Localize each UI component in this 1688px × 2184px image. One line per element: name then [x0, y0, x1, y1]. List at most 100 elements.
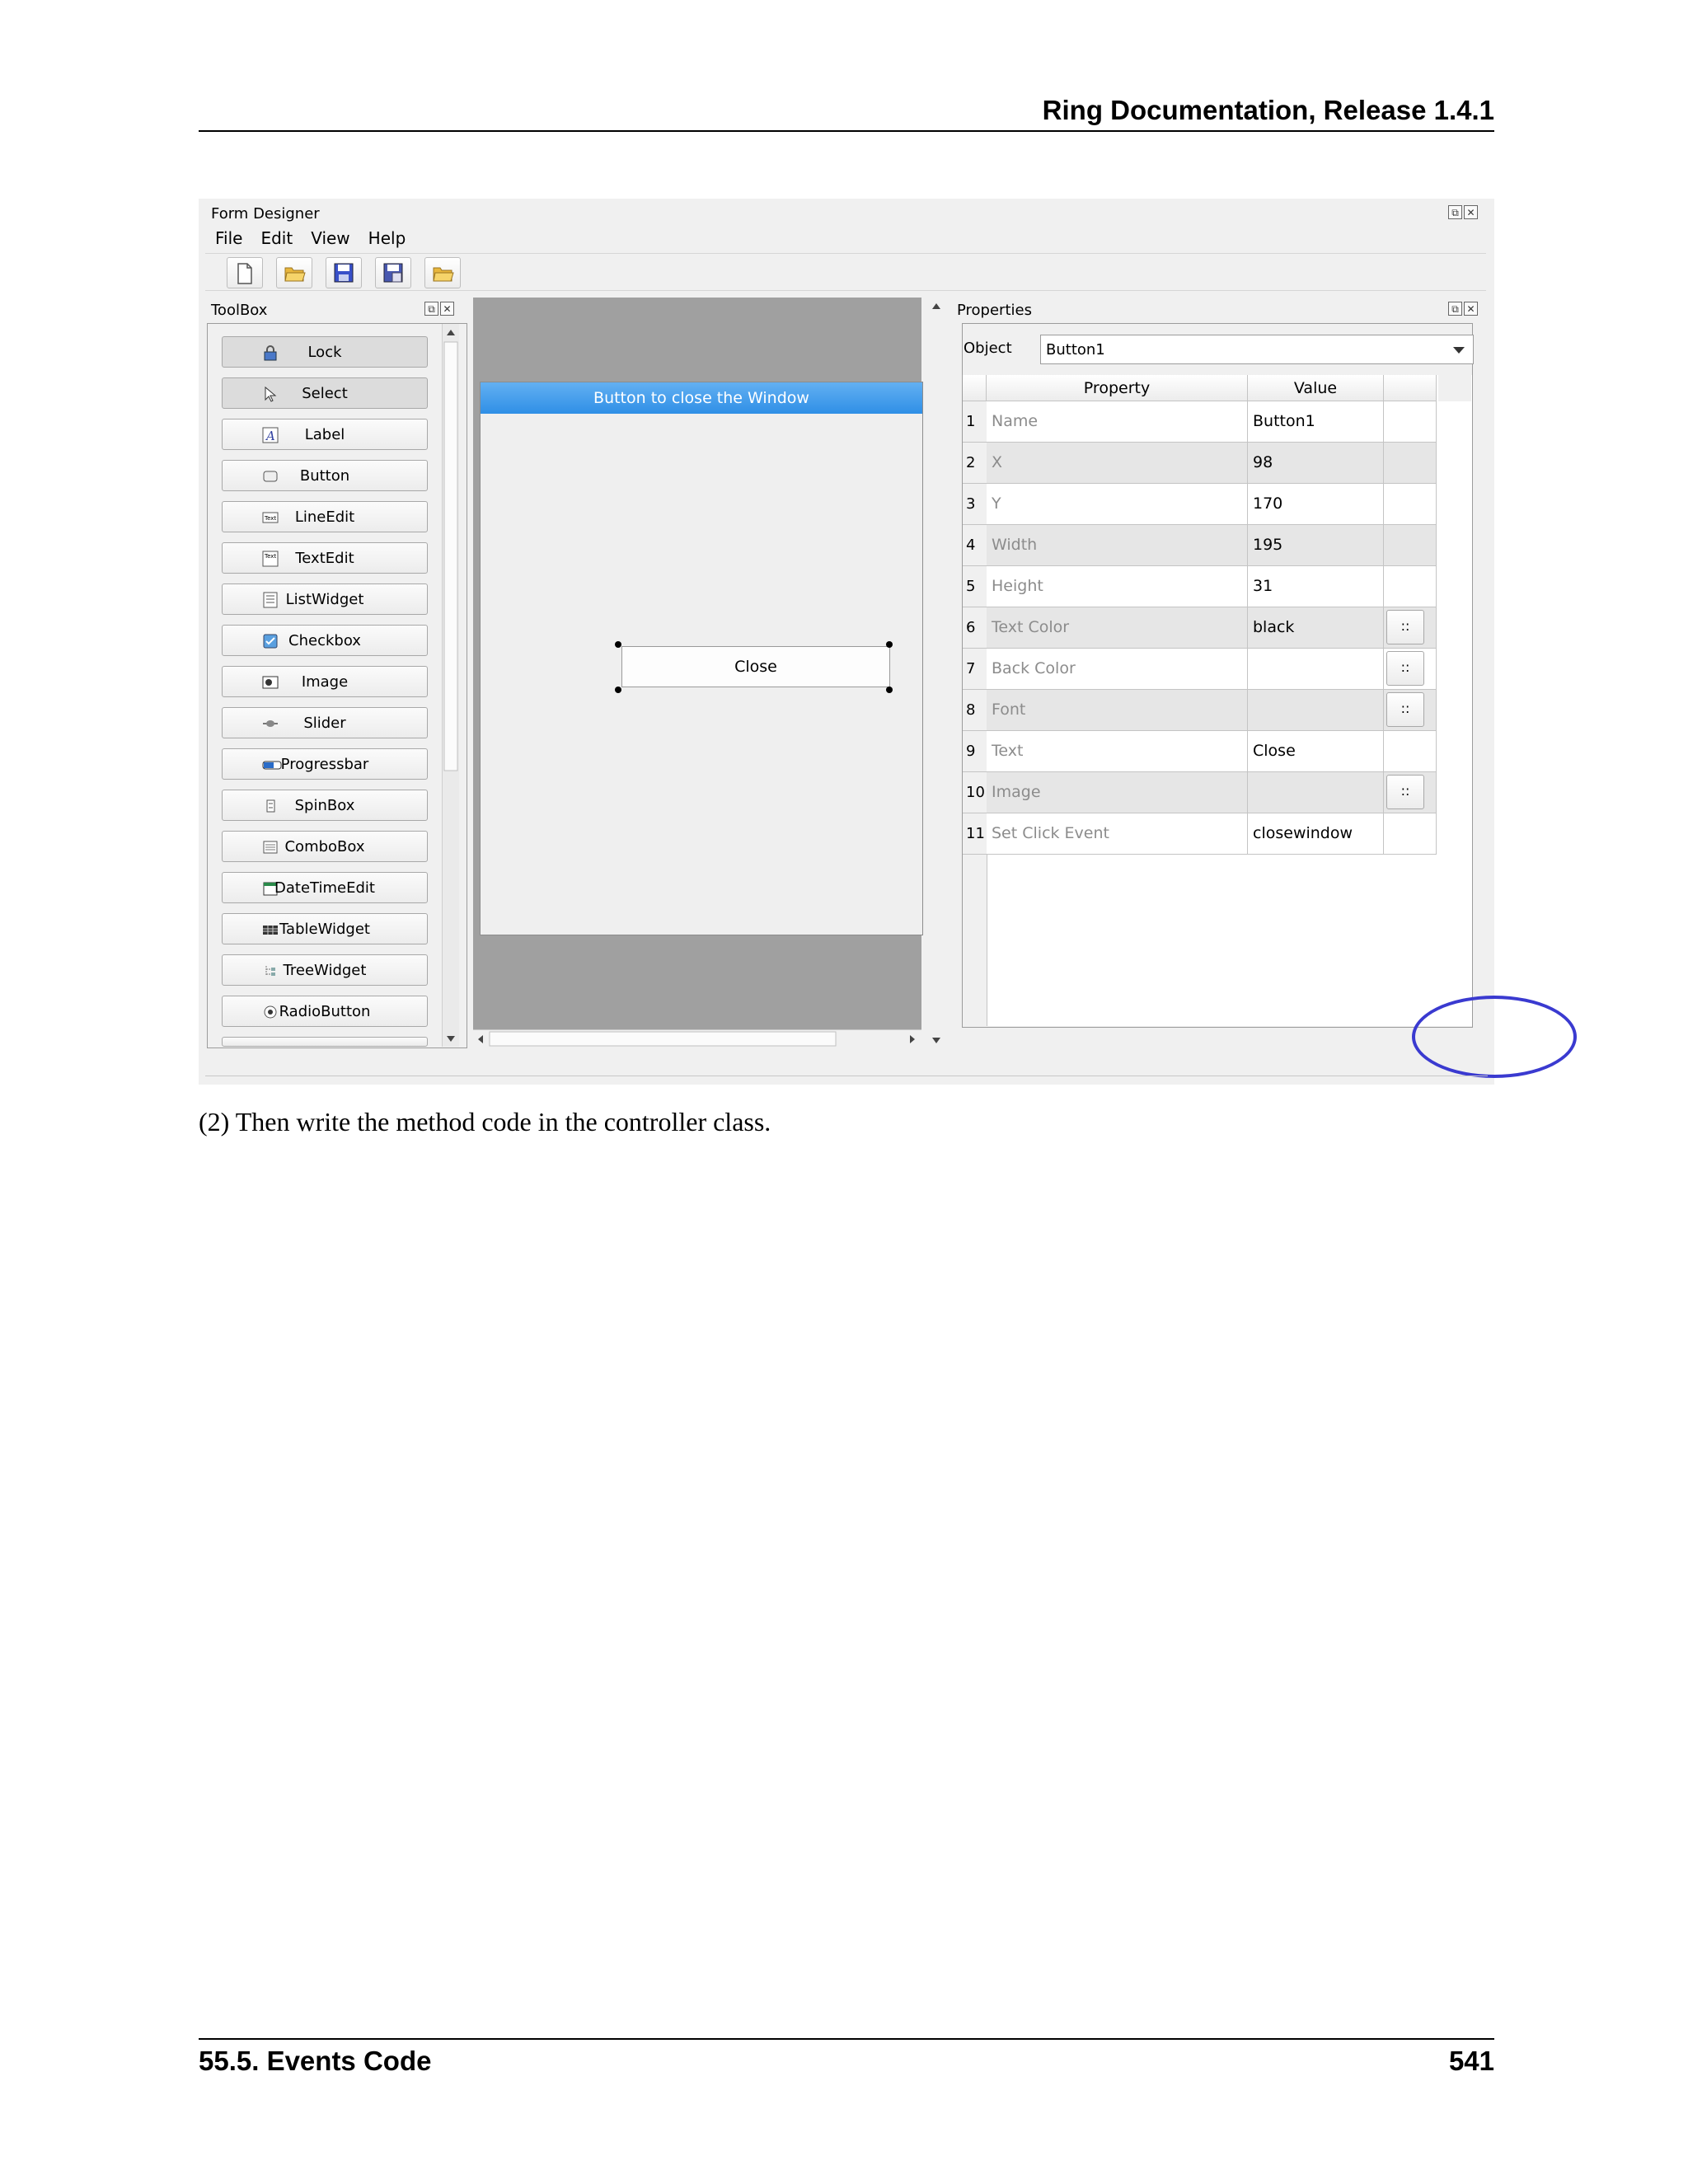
property-value[interactable]: Close	[1248, 731, 1384, 771]
property-row[interactable]: 9 Text Close	[963, 731, 1437, 772]
menu-edit[interactable]: Edit	[252, 228, 302, 248]
float-icon[interactable]: ⧉	[424, 302, 438, 316]
properties-scroll-corner	[1438, 375, 1471, 401]
property-value[interactable]: black	[1248, 607, 1384, 648]
tool-listwidget[interactable]: ListWidget	[222, 583, 428, 615]
toolbox-controls: ⧉ ✕	[424, 302, 454, 316]
float-icon[interactable]: ⧉	[1448, 302, 1462, 316]
close-icon[interactable]: ✕	[1464, 205, 1478, 219]
form-close-button[interactable]: Close	[621, 646, 890, 687]
open-button[interactable]	[276, 257, 312, 288]
tool-image[interactable]: Image	[222, 666, 428, 697]
tool-button[interactable]: Button	[222, 460, 428, 491]
designed-form[interactable]: Button to close the Window Close	[480, 382, 923, 935]
property-value[interactable]: 31	[1248, 566, 1384, 607]
property-name: Image	[987, 772, 1248, 813]
scroll-arrows-icon	[478, 1031, 915, 1047]
browse-button[interactable]: ::	[1386, 610, 1424, 644]
property-value[interactable]	[1248, 690, 1384, 730]
property-row[interactable]: 10 Image::	[963, 772, 1437, 813]
float-icon[interactable]: ⧉	[1448, 205, 1462, 219]
property-row[interactable]: 3 Y 170	[963, 484, 1437, 525]
tool-tablewidget[interactable]: TableWidget	[222, 913, 428, 944]
browse-button[interactable]: ::	[1386, 651, 1424, 686]
toolbox-scrollbar[interactable]	[442, 324, 459, 1047]
tool-combobox[interactable]: ComboBox	[222, 831, 428, 862]
property-name: Text	[987, 731, 1248, 771]
property-name: Name	[987, 401, 1248, 442]
property-value[interactable]: closewindow	[1248, 813, 1384, 854]
property-name: Height	[987, 566, 1248, 607]
menu-view[interactable]: View	[302, 228, 359, 248]
close-icon[interactable]: ✕	[440, 302, 454, 316]
resize-handle[interactable]	[886, 641, 893, 648]
tool-label: TextEdit	[295, 550, 354, 567]
save-button[interactable]	[326, 257, 362, 288]
new-file-button[interactable]	[227, 257, 263, 288]
property-row[interactable]: 11 Set Click Event closewindow	[963, 813, 1437, 855]
property-row[interactable]: 4 Width 195	[963, 525, 1437, 566]
tool-datetimeedit[interactable]: DateTimeEdit	[222, 872, 428, 903]
property-extra-cell	[1384, 484, 1437, 524]
tool-textedit[interactable]: Text TextEdit	[222, 542, 428, 574]
property-extra-cell: ::	[1384, 772, 1437, 813]
footer-section: 55.5. Events Code	[199, 2046, 432, 2076]
open-form-button[interactable]	[424, 257, 461, 288]
property-extra-cell: ::	[1384, 607, 1437, 648]
tool-progressbar[interactable]: Progressbar	[222, 748, 428, 780]
property-row[interactable]: 1 Name Button1	[963, 401, 1437, 443]
caption-text: (2) Then write the method code in the co…	[199, 1107, 771, 1137]
tool-radiobutton[interactable]: RadioButton	[222, 996, 428, 1027]
property-value[interactable]: Button1	[1248, 401, 1384, 442]
property-row[interactable]: 2 X 98	[963, 443, 1437, 484]
tool-label[interactable]: A Label	[222, 419, 428, 450]
property-value[interactable]	[1248, 649, 1384, 689]
resize-handle[interactable]	[615, 687, 621, 693]
property-row[interactable]: 7 Back Color::	[963, 649, 1437, 690]
properties-table: Property Value 1 Name Button1 2 X 98 3 Y 170 4 Wid…	[963, 375, 1472, 1026]
property-row[interactable]: 8 Font::	[963, 690, 1437, 731]
property-row[interactable]: 6 Text Color black::	[963, 607, 1437, 649]
tool-treewidget[interactable]: TreeWidget	[222, 954, 428, 986]
tool-label: Slider	[303, 715, 346, 732]
property-value[interactable]: 98	[1248, 443, 1384, 483]
resize-handle[interactable]	[886, 687, 893, 693]
menu-bar: File Edit View Help	[207, 228, 415, 248]
object-select[interactable]: Button1	[1040, 335, 1474, 364]
resize-handle[interactable]	[615, 641, 621, 648]
tool-select[interactable]: Select	[222, 377, 428, 409]
tool-next-partial[interactable]	[222, 1037, 428, 1047]
property-value[interactable]: 170	[1248, 484, 1384, 524]
tool-label: RadioButton	[279, 1003, 371, 1020]
chevron-down-icon	[1453, 347, 1465, 354]
tool-label: Progressbar	[280, 756, 369, 773]
close-icon[interactable]: ✕	[1464, 302, 1478, 316]
save-as-button[interactable]	[375, 257, 411, 288]
tool-checkbox[interactable]: Checkbox	[222, 625, 428, 656]
object-select-value: Button1	[1046, 341, 1105, 359]
property-name: Font	[987, 690, 1248, 730]
form-designer-window: Form Designer ⧉ ✕ File Edit View Help To…	[199, 199, 1577, 1085]
tool-label: ListWidget	[285, 591, 364, 608]
new-file-icon	[237, 263, 252, 284]
property-name: X	[987, 443, 1248, 483]
property-column-header: Property	[987, 375, 1248, 401]
tool-lock[interactable]: Lock	[222, 336, 428, 368]
tool-label: Select	[302, 385, 348, 402]
canvas-vertical-scrollbar[interactable]	[926, 298, 946, 1047]
browse-button[interactable]: ::	[1386, 775, 1424, 809]
row-number: 7	[963, 649, 987, 689]
property-row[interactable]: 5 Height 31	[963, 566, 1437, 607]
toolbox-panel: Lock Select A Label Button Text LineEdit Text Te…	[207, 323, 467, 1048]
tool-label: Button	[299, 467, 350, 485]
tool-lineedit[interactable]: Text LineEdit	[222, 501, 428, 532]
tool-spinbox[interactable]: SpinBox	[222, 790, 428, 821]
property-value[interactable]: 195	[1248, 525, 1384, 565]
canvas-horizontal-scrollbar[interactable]	[473, 1029, 921, 1048]
property-value[interactable]	[1248, 772, 1384, 813]
browse-button[interactable]: ::	[1386, 692, 1424, 727]
menu-help[interactable]: Help	[360, 228, 416, 248]
menu-file[interactable]: File	[207, 228, 252, 248]
property-name: Y	[987, 484, 1248, 524]
tool-slider[interactable]: Slider	[222, 707, 428, 738]
